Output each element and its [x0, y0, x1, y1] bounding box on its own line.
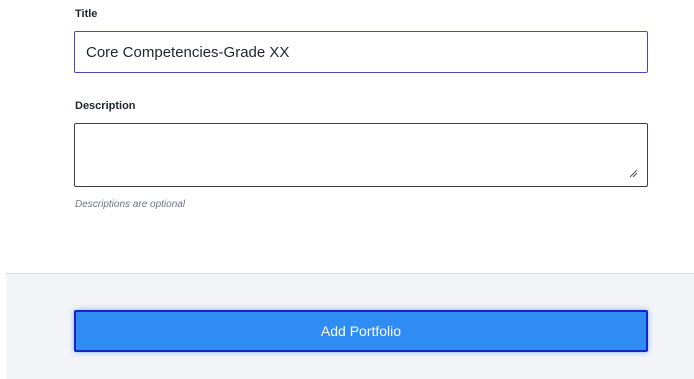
add-portfolio-button[interactable]: Add Portfolio: [74, 310, 648, 352]
title-input[interactable]: [74, 31, 648, 73]
description-label: Description: [75, 100, 136, 112]
resize-grip-icon[interactable]: [628, 168, 638, 178]
title-label: Title: [75, 8, 98, 20]
description-hint: Descriptions are optional: [75, 199, 186, 210]
portfolio-form: Title Description Descriptions are optio…: [0, 0, 694, 273]
description-textarea[interactable]: [74, 123, 648, 187]
